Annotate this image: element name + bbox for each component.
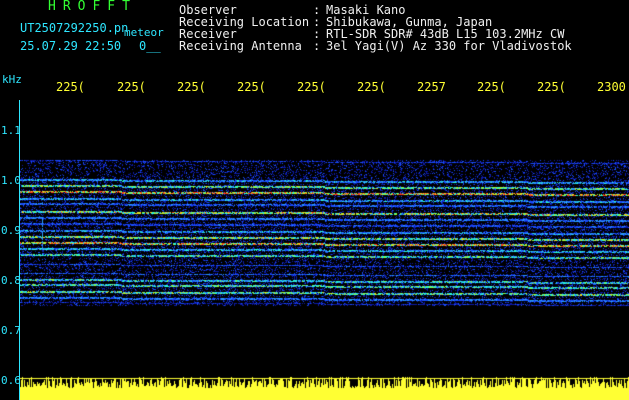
x-tick-label: 225( xyxy=(297,80,326,94)
x-tick-label: 225( xyxy=(237,80,266,94)
mode-label: meteor xyxy=(124,26,164,39)
y-tick-label: 0.7 xyxy=(1,324,21,337)
x-tick-label: 225( xyxy=(477,80,506,94)
capture-datetime: 25.07.29 22:50 xyxy=(20,39,122,53)
image-filename: UT2507292250.pn xyxy=(20,21,129,35)
waterfall-canvas xyxy=(20,100,629,400)
x-tick-label: 225( xyxy=(56,80,85,94)
x-tick-label: 2257 xyxy=(417,80,446,94)
y-axis-unit: kHz xyxy=(2,73,22,86)
info-label-antenna: Receiving Antenna xyxy=(179,39,302,53)
info-colon: : xyxy=(313,39,321,53)
y-tick-label: 1.1 xyxy=(1,124,21,137)
x-tick-label: 2300 xyxy=(597,80,626,94)
meteor-count: 0__ xyxy=(139,39,161,53)
spectrogram-plot xyxy=(20,100,629,400)
x-tick-label: 225( xyxy=(177,80,206,94)
info-value-antenna: 3el Yagi(V) Az 330 for Vladivostok xyxy=(326,39,572,53)
app-title: HROFFT xyxy=(48,0,137,14)
y-tick-label: 1.0 xyxy=(1,174,21,187)
x-tick-label: 225( xyxy=(117,80,146,94)
waterfall-image xyxy=(20,100,629,400)
x-tick-label: 225( xyxy=(357,80,386,94)
y-tick-label: 0.8 xyxy=(1,274,21,287)
x-tick-label: 225( xyxy=(537,80,566,94)
y-tick-label: 0.9 xyxy=(1,224,21,237)
y-tick-label: 0.6 xyxy=(1,374,21,387)
